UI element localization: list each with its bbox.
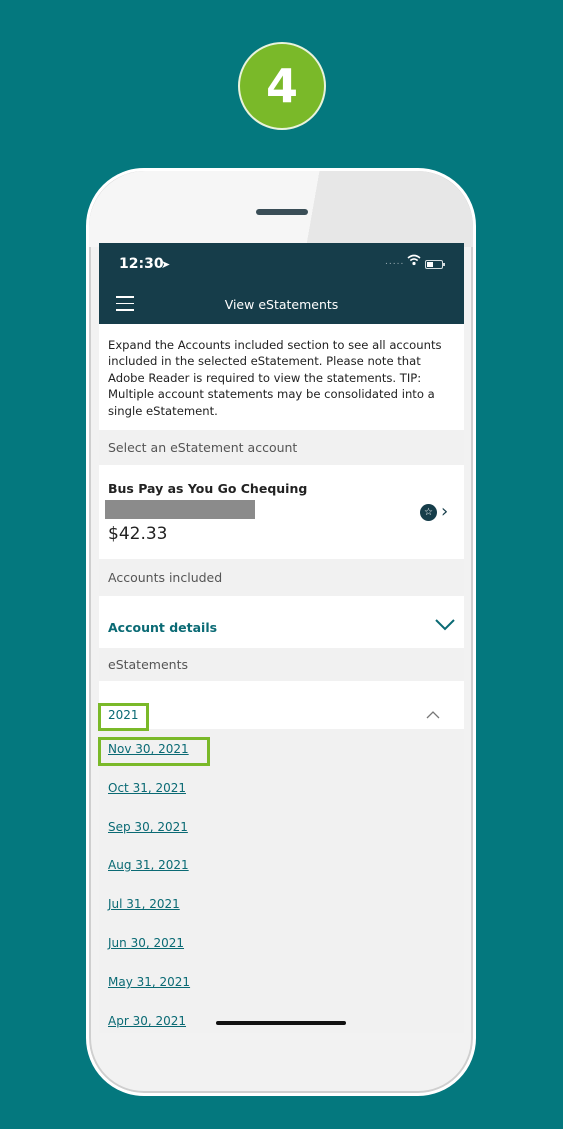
statement-link[interactable]: Jul 31, 2021 (108, 897, 180, 911)
account-name: Bus Pay as You Go Chequing (108, 481, 308, 496)
account-card[interactable]: Bus Pay as You Go Chequing $42.33 ☆ › (99, 465, 464, 559)
page-title: View eStatements (224, 297, 339, 312)
section-estatements: eStatements (99, 648, 464, 681)
year-toggle[interactable]: 2021 (99, 681, 464, 729)
year-highlight (98, 703, 149, 731)
account-details-label: Account details (108, 620, 218, 635)
step-badge: 4 (238, 42, 326, 130)
status-time: 12:30 (119, 256, 164, 272)
statement-highlight (98, 737, 210, 766)
star-icon[interactable]: ☆ (420, 504, 437, 521)
phone-screen: 12:30 ➤ ..... View eStatements Expand th… (99, 243, 464, 1033)
home-indicator (216, 1021, 346, 1025)
account-number-masked (105, 500, 255, 519)
statement-link[interactable]: Sep 30, 2021 (108, 820, 188, 834)
wifi-icon (407, 254, 421, 270)
statements-list: Nov 30, 2021 Oct 31, 2021 Sep 30, 2021 A… (99, 729, 464, 1033)
nav-bar: View eStatements (99, 283, 464, 324)
battery-icon (425, 260, 445, 269)
section-select-account: Select an eStatement account (99, 430, 464, 465)
intro-text: Expand the Accounts included section to … (99, 324, 464, 430)
section-accounts-included: Accounts included (99, 559, 464, 596)
statement-link[interactable]: May 31, 2021 (108, 975, 190, 989)
phone-speaker (256, 209, 308, 215)
statement-link[interactable]: Apr 30, 2021 (108, 1014, 186, 1028)
location-arrow-icon: ➤ (161, 258, 171, 271)
statement-link[interactable]: Aug 31, 2021 (108, 858, 189, 872)
signal-icon: ..... (385, 257, 405, 267)
chevron-up-icon (426, 711, 440, 719)
account-details-toggle[interactable]: Account details (99, 596, 464, 648)
statement-link[interactable]: Jun 30, 2021 (108, 936, 184, 950)
chevron-right-icon[interactable]: › (441, 501, 448, 522)
statement-link[interactable]: Oct 31, 2021 (108, 781, 186, 795)
status-bar: 12:30 ➤ ..... (99, 243, 464, 283)
chevron-down-icon (435, 619, 455, 631)
account-balance: $42.33 (108, 524, 168, 544)
